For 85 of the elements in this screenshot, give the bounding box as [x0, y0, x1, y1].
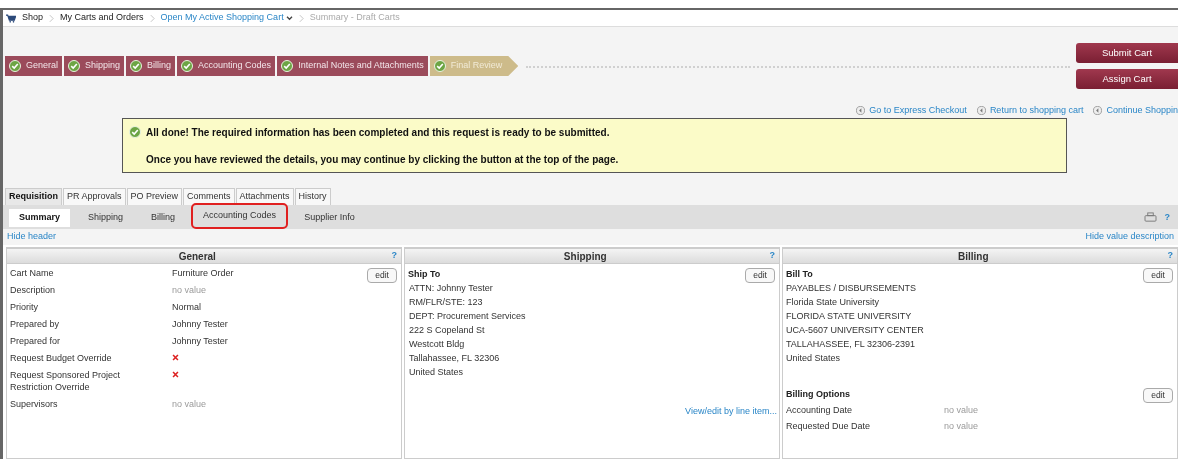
progress-step[interactable]: General: [5, 56, 63, 76]
address-line: United States: [408, 366, 465, 378]
address-line: Tallahassee, FL 32306: [408, 352, 501, 364]
tab[interactable]: Comments: [183, 188, 235, 205]
field-value: Furniture Order: [172, 267, 234, 279]
field-label: Priority: [10, 301, 39, 313]
hide-values-link[interactable]: Hide value description: [1085, 230, 1174, 244]
panel-title: Shipping: [562, 249, 608, 264]
field-value: no value: [944, 420, 979, 432]
breadcrumb-link[interactable]: Open My Active Shopping Cart: [160, 11, 284, 25]
address-line: United States: [786, 352, 842, 364]
chevron-icon: [49, 13, 55, 23]
check-icon: [281, 60, 294, 72]
hide-header-link[interactable]: Hide header: [7, 230, 57, 244]
chevron-icon: [298, 13, 304, 23]
help-link[interactable]: ?: [1163, 249, 1177, 263]
address-line: ATTN: Johnny Tester: [408, 282, 494, 294]
address-line: Westcott Bldg: [408, 338, 466, 350]
section-heading: Ship To: [408, 268, 442, 280]
address-line: RM/FLR/STE: 123: [408, 296, 484, 308]
tab[interactable]: PR Approvals: [63, 188, 126, 205]
caret-icon: [285, 15, 293, 21]
tab[interactable]: History: [294, 188, 331, 205]
section-heading: Bill To: [786, 268, 814, 280]
field-value: Johnny Tester: [172, 335, 228, 347]
tab[interactable]: PO Preview: [126, 188, 183, 205]
field-label: Request Sponsored Project Restriction Override: [10, 369, 122, 393]
field-value: Johnny Tester: [172, 318, 228, 330]
notice-text: Once you have reviewed the details, you may continue by clicking the button at the top of the page.: [146, 152, 619, 167]
edit-button[interactable]: edit: [745, 268, 775, 283]
field-label: Prepared by: [10, 318, 61, 330]
edit-button[interactable]: edit: [367, 268, 397, 283]
action-button[interactable]: Assign Cart: [1076, 69, 1178, 89]
sub-tab[interactable]: Supplier Info: [294, 209, 365, 227]
help-link[interactable]: ?: [765, 249, 779, 263]
action-button[interactable]: Submit Cart: [1076, 43, 1178, 63]
progress-step[interactable]: Internal Notes and Attachments: [277, 56, 428, 76]
section-heading: Billing Options: [786, 388, 851, 400]
address-line: DEPT: Procurement Services: [408, 310, 527, 322]
field-label: Supervisors: [10, 398, 59, 410]
chevron-icon: [149, 13, 155, 23]
address-line: FLORIDA STATE UNIVERSITY: [786, 310, 913, 322]
address-line: UCA-5607 UNIVERSITY CENTER: [786, 324, 925, 336]
address-line: Florida State University: [786, 296, 881, 308]
check-icon: [129, 126, 141, 138]
check-icon: [433, 60, 446, 72]
check-icon: [9, 60, 21, 72]
check-icon: [181, 60, 194, 72]
address-line: 222 S Copeland St: [408, 324, 486, 336]
breadcrumb-link[interactable]: Shop: [22, 11, 44, 25]
printer-icon[interactable]: [1143, 212, 1157, 223]
help-link[interactable]: ?: [387, 249, 401, 263]
nav-link[interactable]: Go to Express Checkout: [869, 103, 967, 118]
field-value: no value: [172, 284, 207, 296]
breadcrumb-link[interactable]: My Carts and Orders: [60, 11, 144, 25]
field-value: Normal: [172, 301, 201, 313]
field-label: Requested Due Date: [786, 420, 872, 432]
field-label: Accounting Date: [786, 404, 854, 416]
field-value: no value: [172, 398, 207, 410]
address-line: TALLAHASSEE, FL 32306-2391: [786, 338, 917, 350]
progress-step[interactable]: Accounting Codes: [177, 56, 276, 76]
sub-tab[interactable]: Accounting Codes: [193, 205, 287, 227]
nav-link[interactable]: Continue Shoppin: [1106, 103, 1178, 118]
check-icon: [130, 60, 143, 72]
notice-text: All done! The required information has been completed and this request is ready to be submitted.: [146, 125, 610, 140]
line-item-link[interactable]: View/edit by line item...: [685, 405, 777, 419]
panel-title: General: [177, 249, 217, 264]
nav-link[interactable]: Return to shopping cart: [989, 103, 1084, 118]
field-label: Prepared for: [10, 335, 62, 347]
sub-tab[interactable]: Billing: [141, 209, 186, 227]
sub-tab[interactable]: Shipping: [78, 209, 134, 227]
edit-button[interactable]: edit: [1143, 268, 1173, 283]
progress-step[interactable]: Billing: [126, 56, 176, 76]
field-label: Cart Name: [10, 267, 55, 279]
field-value: no value: [944, 404, 979, 416]
field-label: Description: [10, 284, 57, 296]
progress-step[interactable]: Shipping: [64, 56, 125, 76]
panel-title: Billing: [956, 249, 990, 264]
tab[interactable]: Requisition: [5, 188, 62, 205]
cart-icon: [6, 13, 16, 23]
check-icon: [68, 60, 81, 72]
field-label: Request Budget Override: [10, 352, 113, 364]
edit-button[interactable]: edit: [1143, 388, 1173, 403]
sub-tab[interactable]: Summary: [9, 209, 71, 227]
address-line: PAYABLES / DISBURSEMENTS: [786, 282, 918, 294]
